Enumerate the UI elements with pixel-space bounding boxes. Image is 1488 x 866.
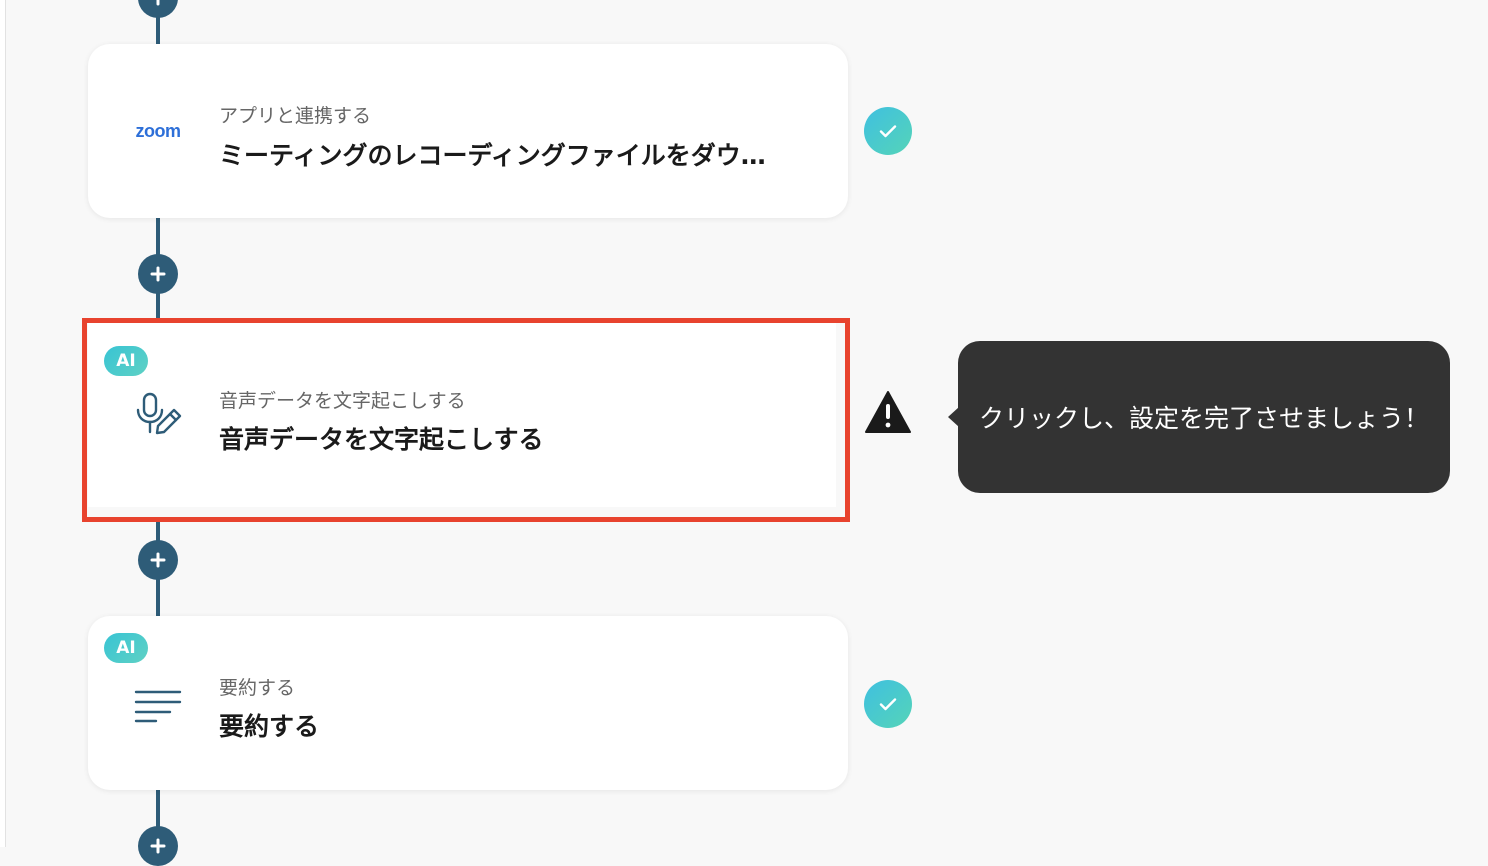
step-card-transcribe[interactable]: AI 音声データを文字起こしする 音声データを文字起こしする <box>88 323 836 507</box>
text-lines-icon <box>128 679 188 729</box>
warning-icon <box>864 388 912 436</box>
step-title: 音声データを文字起こしする <box>219 425 544 454</box>
step-title: ミーティングのレコーディングファイルをダウンロード <box>219 141 779 170</box>
step-title: 要約する <box>219 712 320 741</box>
left-panel-edge <box>0 0 6 847</box>
step-subtitle: 要約する <box>219 677 296 699</box>
add-step-button[interactable] <box>138 826 178 866</box>
plus-icon <box>150 552 166 568</box>
check-icon <box>864 680 912 728</box>
add-step-button[interactable] <box>138 254 178 294</box>
step-card-summarize[interactable]: AI 要約する 要約する <box>88 616 848 790</box>
ai-badge: AI <box>104 346 148 376</box>
tooltip-arrow <box>948 407 959 427</box>
microphone-pen-icon <box>128 389 188 439</box>
add-step-button[interactable] <box>138 0 178 18</box>
check-icon <box>864 107 912 155</box>
plus-icon <box>156 0 160 6</box>
plus-icon <box>150 838 166 854</box>
zoom-logo: zoom <box>135 120 182 141</box>
setup-tooltip: クリックし、設定を完了させましょう！ <box>948 341 1450 493</box>
step-subtitle: アプリと連携する <box>219 105 372 127</box>
tooltip-text: クリックし、設定を完了させましょう！ <box>978 404 1429 433</box>
ai-badge: AI <box>104 633 148 663</box>
step-subtitle: 音声データを文字起こしする <box>219 390 466 412</box>
add-step-button[interactable] <box>138 540 178 580</box>
plus-icon <box>150 266 166 282</box>
step-card-zoom[interactable]: zoom アプリと連携する ミーティングのレコーディングファイルをダウンロード <box>88 44 848 218</box>
